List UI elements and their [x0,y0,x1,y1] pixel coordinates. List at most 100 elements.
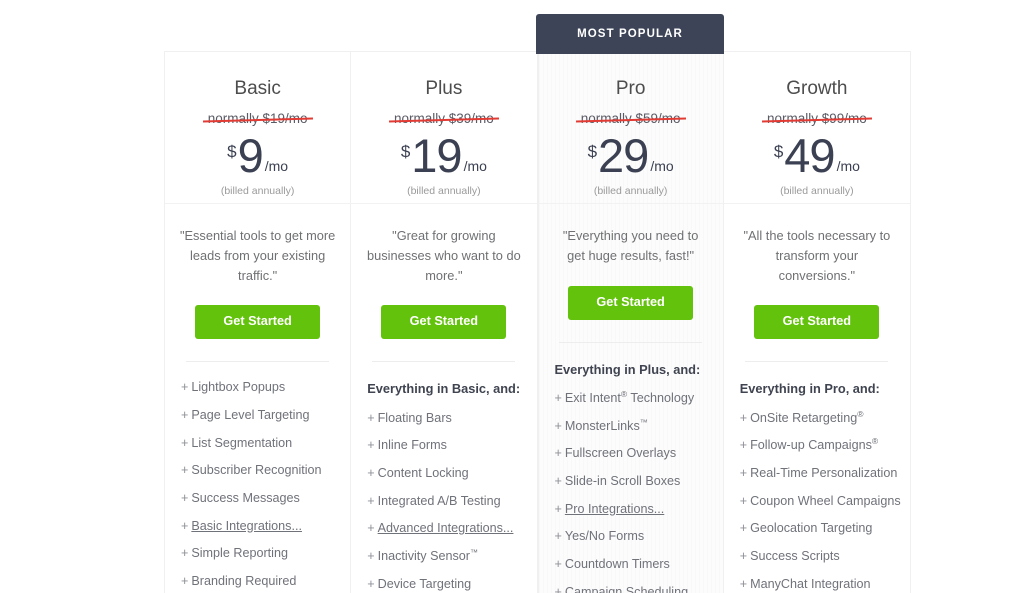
get-started-button[interactable]: Get Started [195,305,321,340]
plus-icon: + [367,438,375,453]
feature-item: + Yes/No Forms [555,530,723,543]
plus-icon: + [739,493,748,508]
get-started-button[interactable]: Get Started [754,305,880,340]
feature-link[interactable]: Pro Integrations... [565,502,664,516]
plan-summary: "Great for growing businesses who want t… [351,204,536,363]
plus-icon: + [181,380,189,395]
feature-item: + Coupon Wheel Campaigns [739,493,910,508]
currency-symbol: $ [773,141,784,161]
feature-label: Campaign Scheduling [564,584,689,593]
plan-quote: "Great for growing businesses who want t… [367,228,521,283]
feature-label: Success Messages [191,490,300,505]
feature-label: Content Locking [377,465,469,480]
get-started-button[interactable]: Get Started [381,305,507,340]
feature-label: OnSite Retargeting [750,410,858,425]
plus-icon: + [181,407,189,422]
feature-item: + Subscriber Recognition [181,464,350,477]
feature-item: + Inactivity Sensor™ [367,547,536,563]
feature-label: Success Scripts [750,548,840,563]
feature-label: Lightbox Popups [191,380,286,395]
feature-link[interactable]: Advanced Integrations... [378,521,514,535]
price-amount: 49 [784,128,835,182]
feature-item: + Branding Required [181,575,350,588]
currency-symbol: $ [400,141,411,161]
feature-label: Exit Intent [564,391,621,406]
plus-icon: + [739,410,748,425]
feature-item: + Slide-in Scroll Boxes [555,475,723,488]
feature-list: + Lightbox Popups + Page Level Targeting + Li… [165,362,350,593]
plus-icon: + [739,465,748,480]
plan-head: Plus normally $39/mo $19/mo (billed annuall… [351,52,537,204]
plus-icon: + [554,557,562,572]
plus-icon: + [367,548,375,563]
plus-icon: + [367,576,375,591]
feature-item: + Floating Bars [367,411,536,425]
plus-icon: + [554,391,562,406]
plus-icon: + [367,465,375,480]
billing-note: (billed annually) [407,185,481,198]
feature-item: + Inline Forms [367,439,536,452]
feature-item: + Simple Reporting [181,547,350,560]
price-period: /mo [264,158,289,175]
price-amount: 29 [598,128,649,182]
feature-label: Device Targeting [377,576,472,591]
feature-label: List Segmentation [191,435,293,450]
feature-list-heading: Everything in Basic, and: [367,381,521,397]
plus-icon: + [181,574,189,588]
plan-name: Pro [615,78,646,99]
feature-item: + Real-Time Personalization [740,467,910,480]
feature-item[interactable]: + Basic Integrations... [181,519,350,533]
section-divider [186,361,330,363]
plan-original-price: normally $19/mo [207,111,308,126]
price-period: /mo [836,158,860,175]
plus-icon: + [554,446,562,461]
feature-item: + List Segmentation [181,435,350,450]
feature-item[interactable]: + Pro Integrations... [554,501,723,516]
feature-label: Page Level Targeting [191,407,310,422]
plan-column-plus: Plus normally $39/mo $19/mo (billed annuall… [351,52,538,593]
plan-original-price: normally $39/mo [393,111,494,126]
feature-item: + Fullscreen Overlays [555,447,723,460]
plan-original-price: normally $59/mo [580,111,681,126]
plan-summary: "Everything you need to get huge results… [539,204,723,343]
feature-label: Inline Forms [377,438,447,453]
currency-symbol: $ [587,141,598,161]
feature-item[interactable]: + Advanced Integrations... [367,522,536,535]
feature-label: Subscriber Recognition [191,463,322,478]
plus-icon: + [739,548,748,563]
feature-label-suffix: Technology [627,391,695,406]
feature-item: + Lightbox Popups [181,381,350,394]
feature-link[interactable]: Basic Integrations... [191,519,302,533]
plus-icon: + [181,490,189,505]
plus-icon: + [554,584,562,593]
feature-label: Branding Required [191,574,297,588]
pricing-table: Basic normally $19/mo $9/mo (billed annuall… [164,51,911,593]
plan-original-price: normally $99/mo [766,111,867,126]
feature-list: Everything in Basic, and: + Floating Bars +… [351,362,536,593]
feature-list-heading: Everything in Pro, and: [739,381,880,397]
plus-icon: + [554,501,562,516]
price-amount: 19 [411,128,462,182]
price-amount: 9 [237,128,264,182]
plan-name: Basic [234,78,281,99]
plan-quote: "Everything you need to get huge results… [562,228,699,263]
registered-mark-icon: ® [871,436,879,447]
billing-note: (billed annually) [220,185,295,198]
trademark-mark-icon: ™ [470,547,479,557]
plan-name: Growth [786,78,848,99]
plus-icon: + [554,418,562,433]
plan-price: $19/mo [351,128,536,182]
plan-quote: "Essential tools to get more leads from … [179,228,336,283]
plus-icon: + [367,493,375,508]
feature-label: Geolocation Targeting [750,521,873,536]
pricing-page: MOST POPULAR Basic normally $19/mo $9/mo (b… [0,0,1024,593]
plan-head: Growth normally $99/mo $49/mo (billed annua… [723,52,910,204]
feature-label: ManyChat Integration [750,576,871,591]
get-started-button[interactable]: Get Started [568,286,694,320]
plus-icon: + [739,438,748,453]
plan-price: $29/mo [539,128,723,182]
feature-label: Simple Reporting [191,546,288,561]
feature-item: + Page Level Targeting [181,409,350,422]
billing-note: (billed annually) [593,185,668,198]
plan-head: Pro normally $59/mo $29/mo (billed annually… [538,52,723,204]
